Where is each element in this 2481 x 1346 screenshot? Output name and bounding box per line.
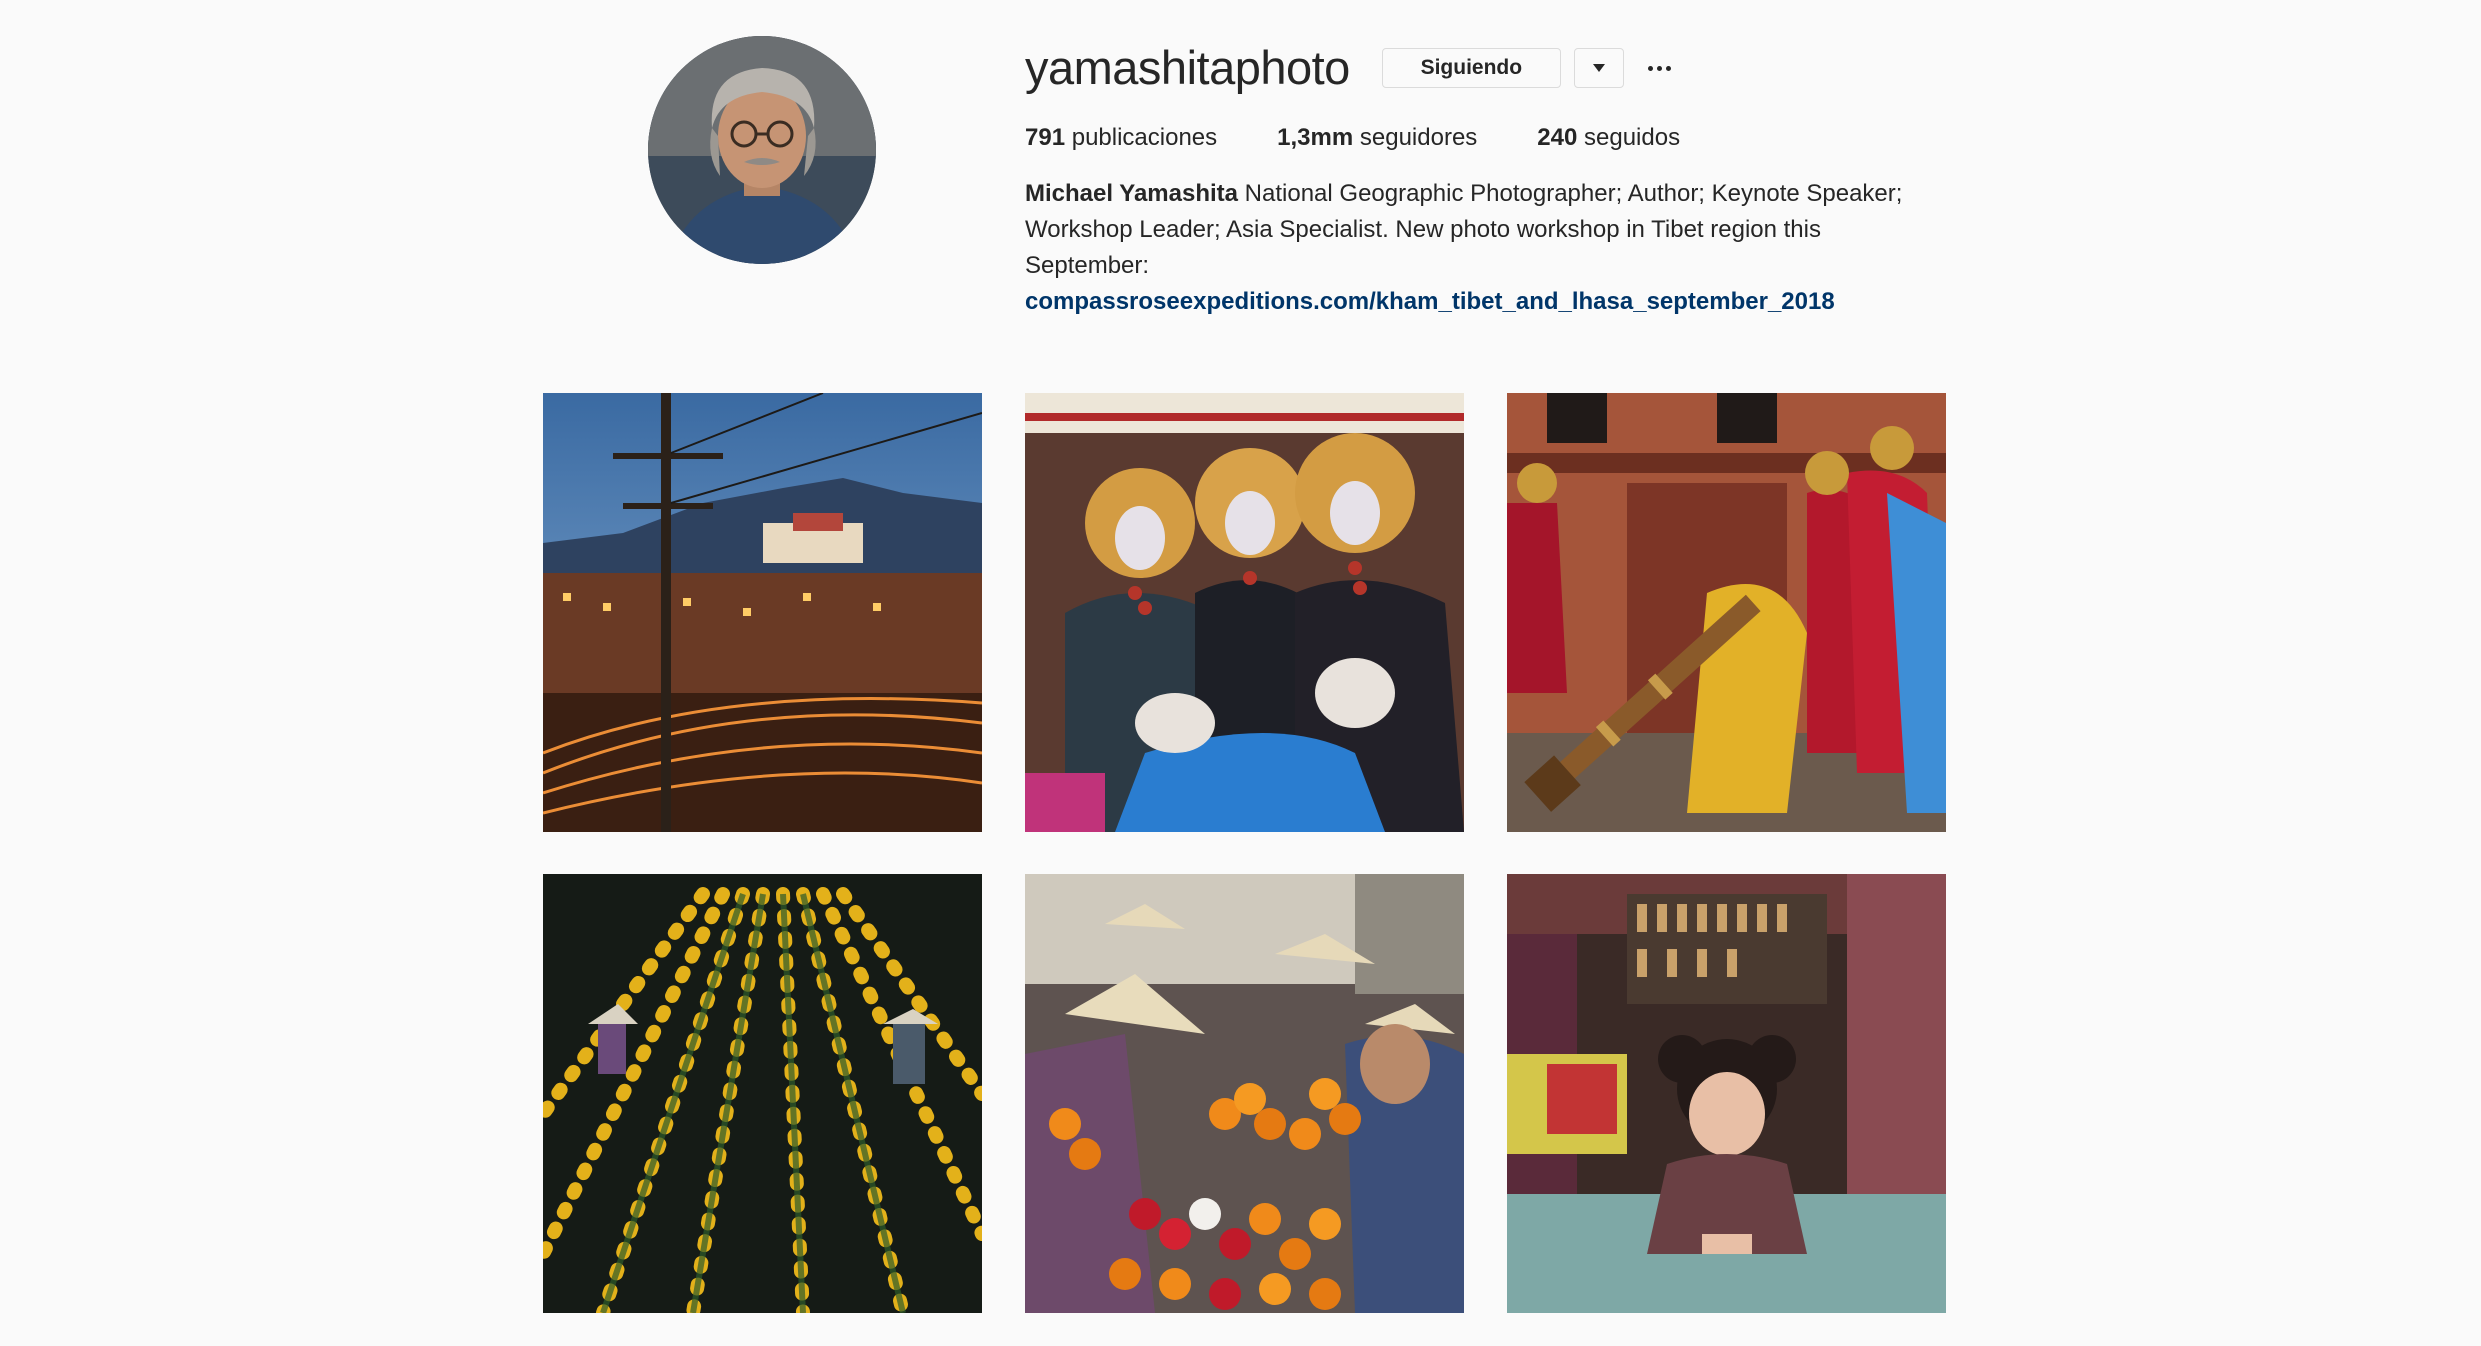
followers-count: 1,3mm <box>1277 124 1354 151</box>
post-thumbnail[interactable] <box>1507 393 1946 832</box>
post-thumbnail[interactable] <box>543 393 982 832</box>
post-thumbnail[interactable] <box>1025 874 1464 1313</box>
profile-page: yamashitaphoto Siguiendo 791 publicacion… <box>0 0 2481 1346</box>
username: yamashitaphoto <box>1025 41 1350 94</box>
followers-label: seguidores <box>1359 124 1478 151</box>
title-row: yamashitaphoto Siguiendo <box>1025 40 1945 96</box>
more-options-button[interactable] <box>1647 48 1671 88</box>
caret-down-icon <box>1592 64 1605 72</box>
following-stat[interactable]: 240 seguidos <box>1537 120 1680 156</box>
following-label: seguidos <box>1584 124 1681 151</box>
posts-count: 791 <box>1025 124 1066 151</box>
monks-horn-image <box>1507 393 1946 832</box>
profile-info: yamashitaphoto Siguiendo 791 publicacion… <box>1025 40 1945 320</box>
lhasa-street-image <box>543 393 982 832</box>
following-count: 240 <box>1537 124 1578 151</box>
profile-bio: Michael Yamashita National Geographic Ph… <box>1025 176 1945 320</box>
bio-link[interactable]: compassroseexpeditions.com/kham_tibet_an… <box>1025 284 1945 320</box>
ellipsis-icon-dot <box>1656 65 1662 71</box>
avatar[interactable] <box>648 36 876 264</box>
post-thumbnail[interactable] <box>1025 393 1464 832</box>
profile-stats: 791 publicaciones 1,3mm seguidores 240 s… <box>1025 120 1945 156</box>
child-shop-image <box>1507 874 1946 1313</box>
suggestions-dropdown-button[interactable] <box>1573 48 1624 88</box>
posts-grid <box>543 393 1946 1313</box>
ellipsis-icon <box>1647 65 1653 71</box>
following-button[interactable]: Siguiendo <box>1381 48 1561 88</box>
post-thumbnail[interactable] <box>1507 874 1946 1313</box>
avatar-image <box>648 36 876 264</box>
ellipsis-icon-dot <box>1665 65 1671 71</box>
followers-stat[interactable]: 1,3mm seguidores <box>1277 120 1477 156</box>
marigold-fields-image <box>543 874 982 1313</box>
full-name: Michael Yamashita <box>1025 180 1238 207</box>
posts-stat: 791 publicaciones <box>1025 120 1217 156</box>
posts-label: publicaciones <box>1071 124 1218 151</box>
tibetan-women-image <box>1025 393 1464 832</box>
flower-market-image <box>1025 874 1464 1313</box>
post-thumbnail[interactable] <box>543 874 982 1313</box>
